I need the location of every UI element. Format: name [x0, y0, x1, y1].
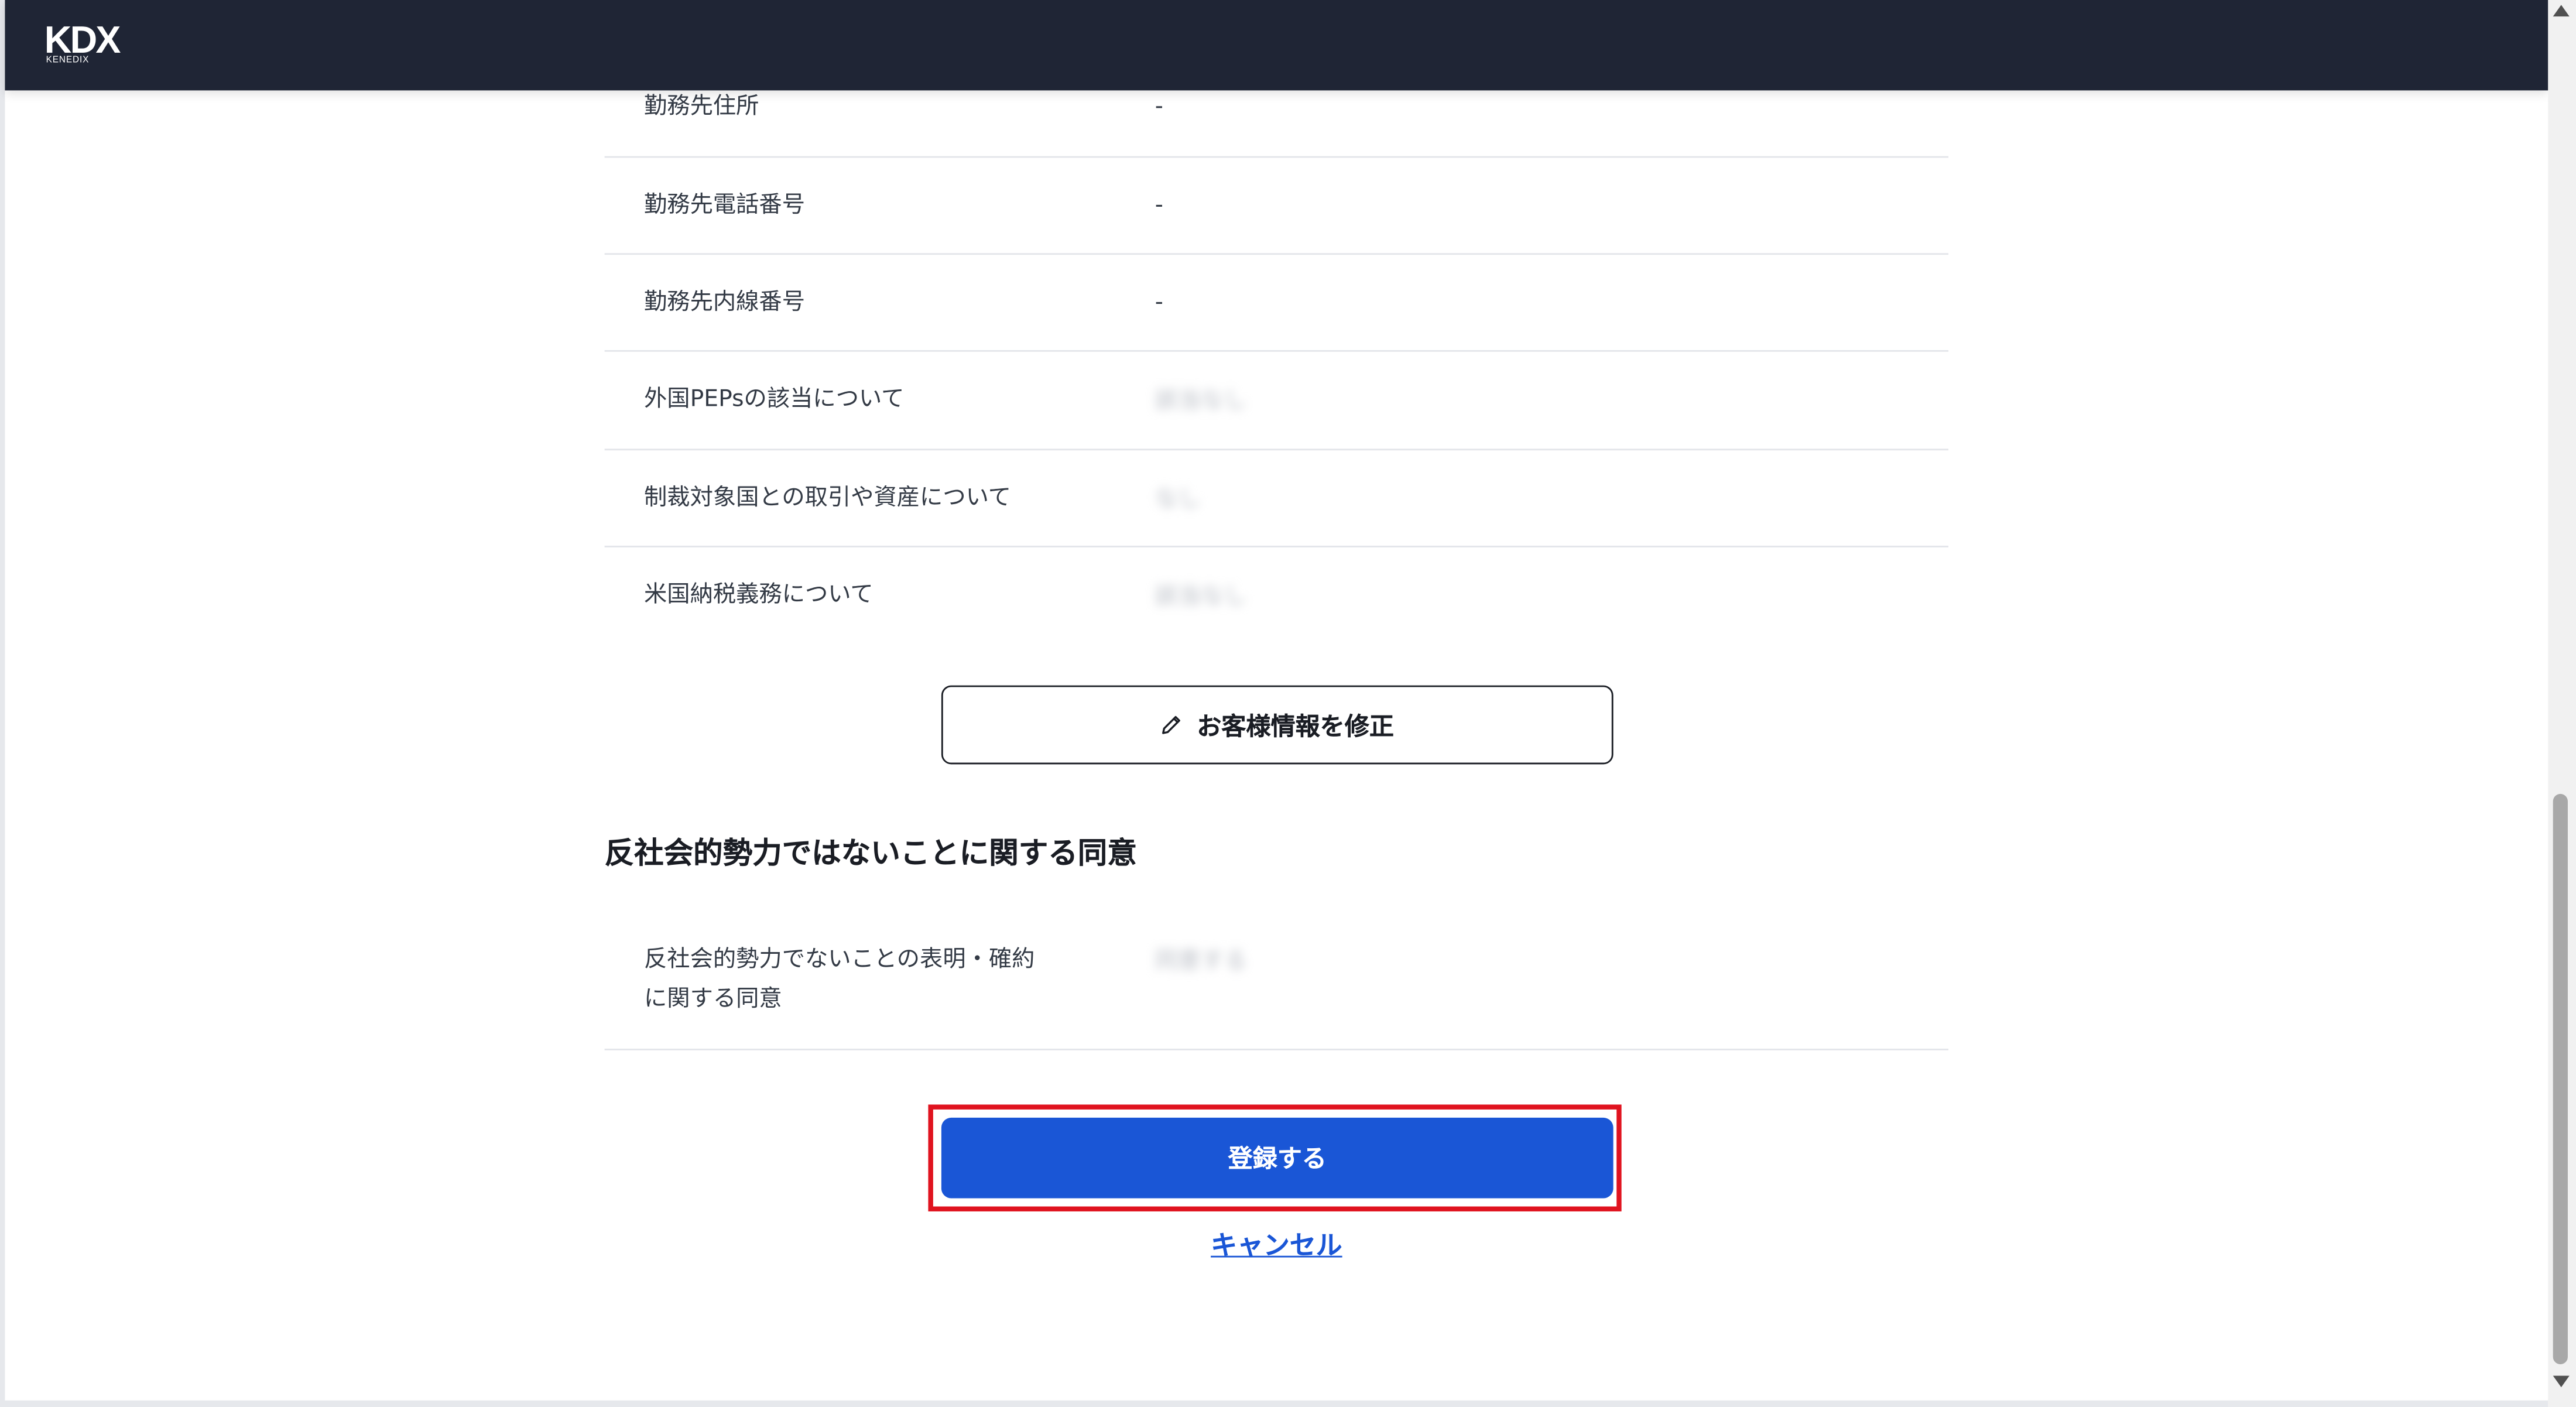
info-row-label: 勤務先住所 [643, 94, 759, 120]
info-row-value: - [1155, 192, 1163, 219]
info-row-value: 該当なし [1155, 388, 1247, 415]
scroll-down-arrow-icon[interactable] [2553, 1375, 2570, 1388]
scroll-up-arrow-icon[interactable] [2553, 5, 2570, 17]
info-row-sanctions: 制裁対象国との取引や資産について なし [604, 450, 1949, 547]
info-row-foreign-peps: 外国PEPsの該当について 該当なし [604, 352, 1949, 451]
info-row-value: - [1155, 94, 1163, 120]
consent-label: 反社会的勢力でないことの表明・確約に関する同意 [643, 946, 1035, 1013]
pencil-icon [1163, 716, 1181, 734]
info-row-label: 勤務先内線番号 [643, 289, 805, 316]
consent-row: 反社会的勢力でないことの表明・確約に関する同意 同意する [604, 920, 1949, 1050]
logo-subtext: KENEDIX [46, 56, 90, 66]
edit-button-label: お客様情報を修正 [1197, 711, 1394, 741]
scrollbar-thumb[interactable] [2553, 793, 2568, 1365]
register-button[interactable]: 登録する [941, 1117, 1614, 1199]
info-row-us-tax: 米国納税義務について 該当なし [605, 547, 1948, 643]
info-row-value: - [1155, 289, 1163, 316]
info-row-value: なし [1155, 486, 1201, 513]
vertical-scrollbar[interactable] [2548, 0, 2576, 1407]
window-frame [0, 0, 5, 1407]
edit-customer-info-button[interactable]: お客様情報を修正 [941, 685, 1614, 765]
info-row-work-extension: 勤務先内線番号 - [604, 255, 1949, 352]
info-row-label: 制裁対象国との取引や資産について [643, 485, 1012, 512]
top-header: KDX KENEDIX [5, 0, 2548, 91]
consent-value: 同意する [1155, 948, 1247, 975]
logo-text: KDX [44, 18, 121, 61]
info-row-label: 米国納税義務について [643, 581, 873, 608]
info-row-work-address: 勤務先住所 - [604, 90, 1949, 158]
app-window: KDX KENEDIX 勤務先住所 - 勤務先電話番号 - 勤務先内線番号 - … [0, 0, 2576, 1407]
info-row-work-phone: 勤務先電話番号 - [604, 158, 1949, 255]
info-row-value: 該当なし [1155, 583, 1247, 610]
consent-section-title: 反社会的勢力ではないことに関する同意 [604, 836, 1137, 871]
info-row-label: 外国PEPsの該当について [643, 386, 905, 413]
cancel-link[interactable]: キャンセル [933, 1226, 1620, 1265]
kdx-logo[interactable]: KDX KENEDIX [44, 20, 153, 69]
info-row-label: 勤務先電話番号 [643, 192, 805, 219]
window-bottom-edge [0, 1400, 2548, 1407]
register-button-label: 登録する [1228, 1144, 1327, 1174]
